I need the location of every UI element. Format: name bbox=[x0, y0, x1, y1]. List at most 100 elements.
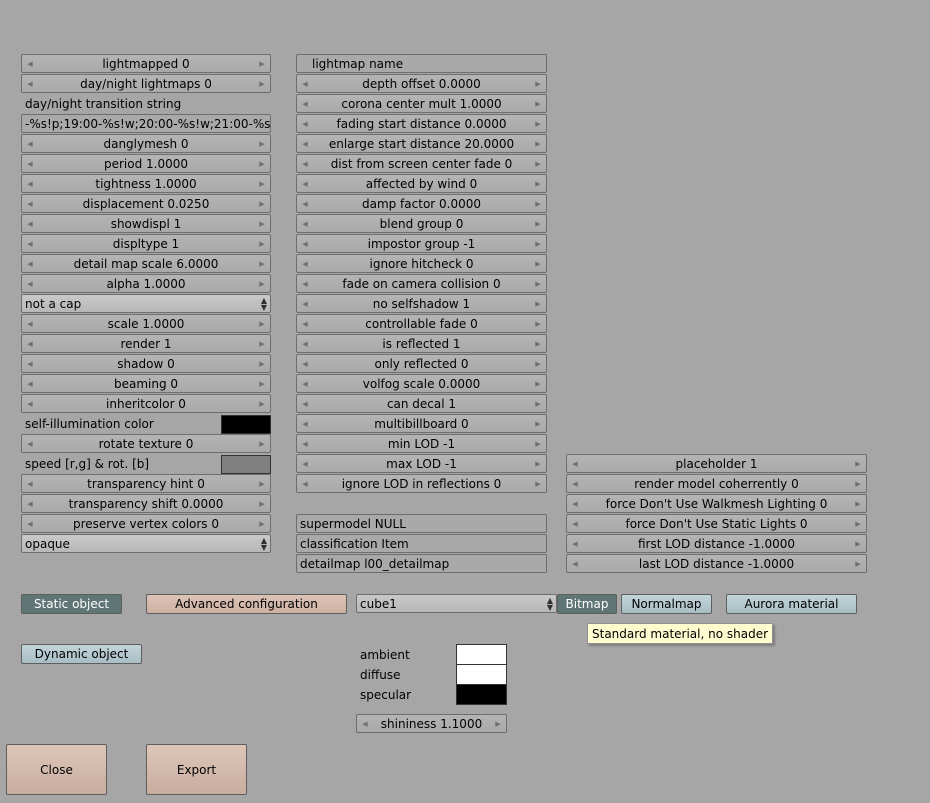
impostor-group-field[interactable]: ◀ impostor group -1 ▶ bbox=[296, 234, 547, 253]
bitmap-button[interactable]: Bitmap bbox=[557, 594, 617, 614]
shininess-field[interactable]: ◀ shininess 1.1000 ▶ bbox=[356, 714, 507, 733]
arrow-right-icon[interactable]: ▶ bbox=[531, 435, 545, 452]
arrow-right-icon[interactable]: ▶ bbox=[531, 295, 545, 312]
force-walkmesh-lighting-field[interactable]: ◀ force Don't Use Walkmesh Lighting 0 ▶ bbox=[566, 494, 867, 513]
opacity-select[interactable]: opaque ▲ ▼ bbox=[21, 534, 271, 553]
advanced-configuration-button[interactable]: Advanced configuration bbox=[146, 594, 347, 614]
arrow-right-icon[interactable]: ▶ bbox=[851, 455, 865, 472]
arrow-right-icon[interactable]: ▶ bbox=[531, 155, 545, 172]
arrow-left-icon[interactable]: ◀ bbox=[23, 215, 37, 232]
beaming-field[interactable]: ◀ beaming 0 ▶ bbox=[21, 374, 271, 393]
displacement-field[interactable]: ◀ displacement 0.0250 ▶ bbox=[21, 194, 271, 213]
arrow-right-icon[interactable]: ▶ bbox=[255, 515, 269, 532]
aurora-material-button[interactable]: Aurora material bbox=[726, 594, 857, 614]
tightness-field[interactable]: ◀ tightness 1.0000 ▶ bbox=[21, 174, 271, 193]
export-button[interactable]: Export bbox=[146, 744, 247, 795]
danglymesh-field[interactable]: ◀ danglymesh 0 ▶ bbox=[21, 134, 271, 153]
render-model-coherrently-field[interactable]: ◀ render model coherrently 0 ▶ bbox=[566, 474, 867, 493]
arrow-right-icon[interactable]: ▶ bbox=[531, 215, 545, 232]
render-field[interactable]: ◀ render 1 ▶ bbox=[21, 334, 271, 353]
rotate-texture-field[interactable]: ◀ rotate texture 0 ▶ bbox=[21, 434, 271, 453]
affected-by-wind-field[interactable]: ◀ affected by wind 0 ▶ bbox=[296, 174, 547, 193]
arrow-left-icon[interactable]: ◀ bbox=[298, 175, 312, 192]
arrow-right-icon[interactable]: ▶ bbox=[531, 355, 545, 372]
arrow-left-icon[interactable]: ◀ bbox=[298, 295, 312, 312]
arrow-left-icon[interactable]: ◀ bbox=[23, 255, 37, 272]
arrow-left-icon[interactable]: ◀ bbox=[298, 115, 312, 132]
arrow-right-icon[interactable]: ▶ bbox=[255, 435, 269, 452]
specular-color-swatch[interactable] bbox=[456, 684, 507, 705]
arrow-right-icon[interactable]: ▶ bbox=[531, 175, 545, 192]
arrow-right-icon[interactable]: ▶ bbox=[531, 235, 545, 252]
placeholder-field[interactable]: ◀ placeholder 1 ▶ bbox=[566, 454, 867, 473]
arrow-left-icon[interactable]: ◀ bbox=[298, 215, 312, 232]
arrow-left-icon[interactable]: ◀ bbox=[298, 435, 312, 452]
arrow-left-icon[interactable]: ◀ bbox=[298, 255, 312, 272]
arrow-right-icon[interactable]: ▶ bbox=[851, 495, 865, 512]
controllable-fade-field[interactable]: ◀ controllable fade 0 ▶ bbox=[296, 314, 547, 333]
arrow-left-icon[interactable]: ◀ bbox=[298, 155, 312, 172]
arrow-right-icon[interactable]: ▶ bbox=[255, 195, 269, 212]
arrow-left-icon[interactable]: ◀ bbox=[23, 135, 37, 152]
arrow-left-icon[interactable]: ◀ bbox=[23, 155, 37, 172]
period-field[interactable]: ◀ period 1.0000 ▶ bbox=[21, 154, 271, 173]
arrow-left-icon[interactable]: ◀ bbox=[568, 535, 582, 552]
arrow-right-icon[interactable]: ▶ bbox=[531, 75, 545, 92]
arrow-right-icon[interactable]: ▶ bbox=[531, 375, 545, 392]
arrow-right-icon[interactable]: ▶ bbox=[255, 235, 269, 252]
diffuse-color-swatch[interactable] bbox=[456, 664, 507, 685]
ignore-hitcheck-field[interactable]: ◀ ignore hitcheck 0 ▶ bbox=[296, 254, 547, 273]
arrow-right-icon[interactable]: ▶ bbox=[491, 715, 505, 732]
displtype-field[interactable]: ◀ displtype 1 ▶ bbox=[21, 234, 271, 253]
inheritcolor-field[interactable]: ◀ inheritcolor 0 ▶ bbox=[21, 394, 271, 413]
arrow-right-icon[interactable]: ▶ bbox=[531, 95, 545, 112]
arrow-left-icon[interactable]: ◀ bbox=[568, 515, 582, 532]
arrow-left-icon[interactable]: ◀ bbox=[298, 195, 312, 212]
last-lod-distance-field[interactable]: ◀ last LOD distance -1.0000 ▶ bbox=[566, 554, 867, 573]
arrow-right-icon[interactable]: ▶ bbox=[255, 155, 269, 172]
preserve-vertex-colors-field[interactable]: ◀ preserve vertex colors 0 ▶ bbox=[21, 514, 271, 533]
speed-color-swatch[interactable] bbox=[221, 455, 271, 474]
damp-factor-field[interactable]: ◀ damp factor 0.0000 ▶ bbox=[296, 194, 547, 213]
arrow-right-icon[interactable]: ▶ bbox=[851, 535, 865, 552]
min-lod-field[interactable]: ◀ min LOD -1 ▶ bbox=[296, 434, 547, 453]
shadow-field[interactable]: ◀ shadow 0 ▶ bbox=[21, 354, 271, 373]
showdispl-field[interactable]: ◀ showdispl 1 ▶ bbox=[21, 214, 271, 233]
lightmap-name-input[interactable]: lightmap name bbox=[296, 54, 547, 73]
arrow-left-icon[interactable]: ◀ bbox=[568, 455, 582, 472]
arrow-left-icon[interactable]: ◀ bbox=[23, 275, 37, 292]
arrow-left-icon[interactable]: ◀ bbox=[298, 355, 312, 372]
arrow-left-icon[interactable]: ◀ bbox=[298, 275, 312, 292]
arrow-left-icon[interactable]: ◀ bbox=[298, 455, 312, 472]
arrow-left-icon[interactable]: ◀ bbox=[298, 95, 312, 112]
arrow-right-icon[interactable]: ▶ bbox=[531, 315, 545, 332]
no-selfshadow-field[interactable]: ◀ no selfshadow 1 ▶ bbox=[296, 294, 547, 313]
alpha-field[interactable]: ◀ alpha 1.0000 ▶ bbox=[21, 274, 271, 293]
arrow-right-icon[interactable]: ▶ bbox=[255, 255, 269, 272]
arrow-right-icon[interactable]: ▶ bbox=[255, 475, 269, 492]
max-lod-field[interactable]: ◀ max LOD -1 ▶ bbox=[296, 454, 547, 473]
arrow-left-icon[interactable]: ◀ bbox=[568, 475, 582, 492]
dynamic-object-button[interactable]: Dynamic object bbox=[21, 644, 142, 664]
arrow-right-icon[interactable]: ▶ bbox=[531, 395, 545, 412]
corona-center-mult-field[interactable]: ◀ corona center mult 1.0000 ▶ bbox=[296, 94, 547, 113]
arrow-right-icon[interactable]: ▶ bbox=[531, 335, 545, 352]
arrow-right-icon[interactable]: ▶ bbox=[531, 195, 545, 212]
volfog-scale-field[interactable]: ◀ volfog scale 0.0000 ▶ bbox=[296, 374, 547, 393]
arrow-left-icon[interactable]: ◀ bbox=[568, 555, 582, 572]
arrow-right-icon[interactable]: ▶ bbox=[255, 135, 269, 152]
arrow-right-icon[interactable]: ▶ bbox=[255, 55, 269, 72]
arrow-right-icon[interactable]: ▶ bbox=[255, 335, 269, 352]
multibillboard-field[interactable]: ◀ multibillboard 0 ▶ bbox=[296, 414, 547, 433]
arrow-left-icon[interactable]: ◀ bbox=[23, 515, 37, 532]
arrow-left-icon[interactable]: ◀ bbox=[23, 435, 37, 452]
arrow-right-icon[interactable]: ▶ bbox=[255, 75, 269, 92]
arrow-left-icon[interactable]: ◀ bbox=[23, 75, 37, 92]
arrow-right-icon[interactable]: ▶ bbox=[531, 115, 545, 132]
arrow-right-icon[interactable]: ▶ bbox=[851, 475, 865, 492]
arrow-right-icon[interactable]: ▶ bbox=[531, 135, 545, 152]
arrow-left-icon[interactable]: ◀ bbox=[23, 235, 37, 252]
arrow-left-icon[interactable]: ◀ bbox=[23, 355, 37, 372]
ambient-color-swatch[interactable] bbox=[456, 644, 507, 665]
selfillum-color-swatch[interactable] bbox=[221, 415, 271, 434]
